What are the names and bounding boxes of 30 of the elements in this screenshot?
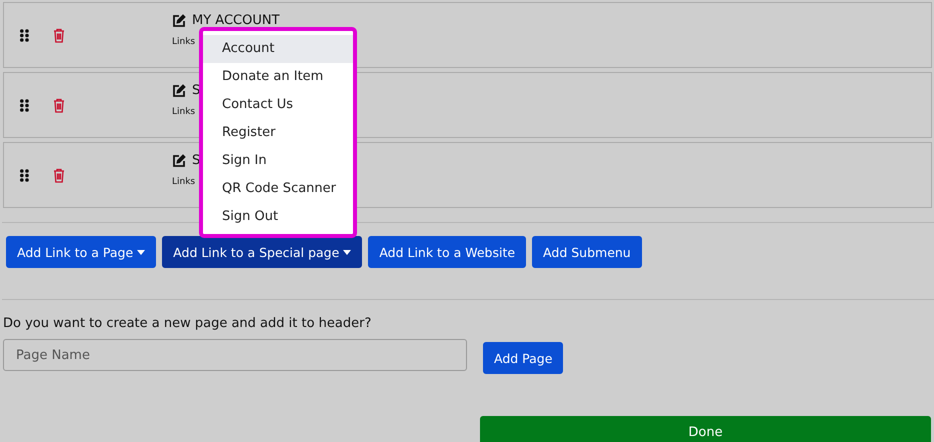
link-title: MY ACCOUNT [192,13,280,28]
drag-handle-icon[interactable] [20,168,29,182]
menu-item[interactable]: Sign Out [203,203,353,231]
add-link-button[interactable]: Add Link to a Website [368,236,526,268]
link-subtitle: Links [172,37,196,47]
add-page-button[interactable]: Add Page [483,342,564,374]
trash-icon[interactable] [53,168,65,182]
menu-item[interactable]: Contact Us [203,91,353,119]
add-link-button[interactable]: Add Submenu [532,236,642,268]
menu-item[interactable]: Sign In [203,147,353,175]
edit-icon[interactable] [172,154,186,168]
menu-item[interactable]: Donate an Item [203,63,353,91]
menu-item[interactable]: Account [203,35,353,63]
add-link-button[interactable]: Add Link to a Special page [162,236,362,268]
menu-item[interactable]: QR Code Scanner [203,175,353,203]
menu-item[interactable]: Register [203,119,353,147]
trash-icon[interactable] [53,98,65,112]
link-subtitle: Links [172,107,196,117]
link-subtitle: Links [172,177,196,187]
edit-icon[interactable] [172,14,186,28]
drag-handle-icon[interactable] [20,28,29,42]
page-name-field[interactable]: Page Name [3,339,467,371]
link-title: S [192,153,200,168]
trash-icon[interactable] [53,28,65,42]
edit-icon[interactable] [172,84,186,98]
question-text: Do you want to create a new page and add it to header? [3,316,372,331]
add-link-button[interactable]: Add Link to a Page [6,236,156,268]
done-button[interactable]: Done [480,416,931,442]
link-title: S [192,83,200,98]
drag-handle-icon[interactable] [20,98,29,112]
